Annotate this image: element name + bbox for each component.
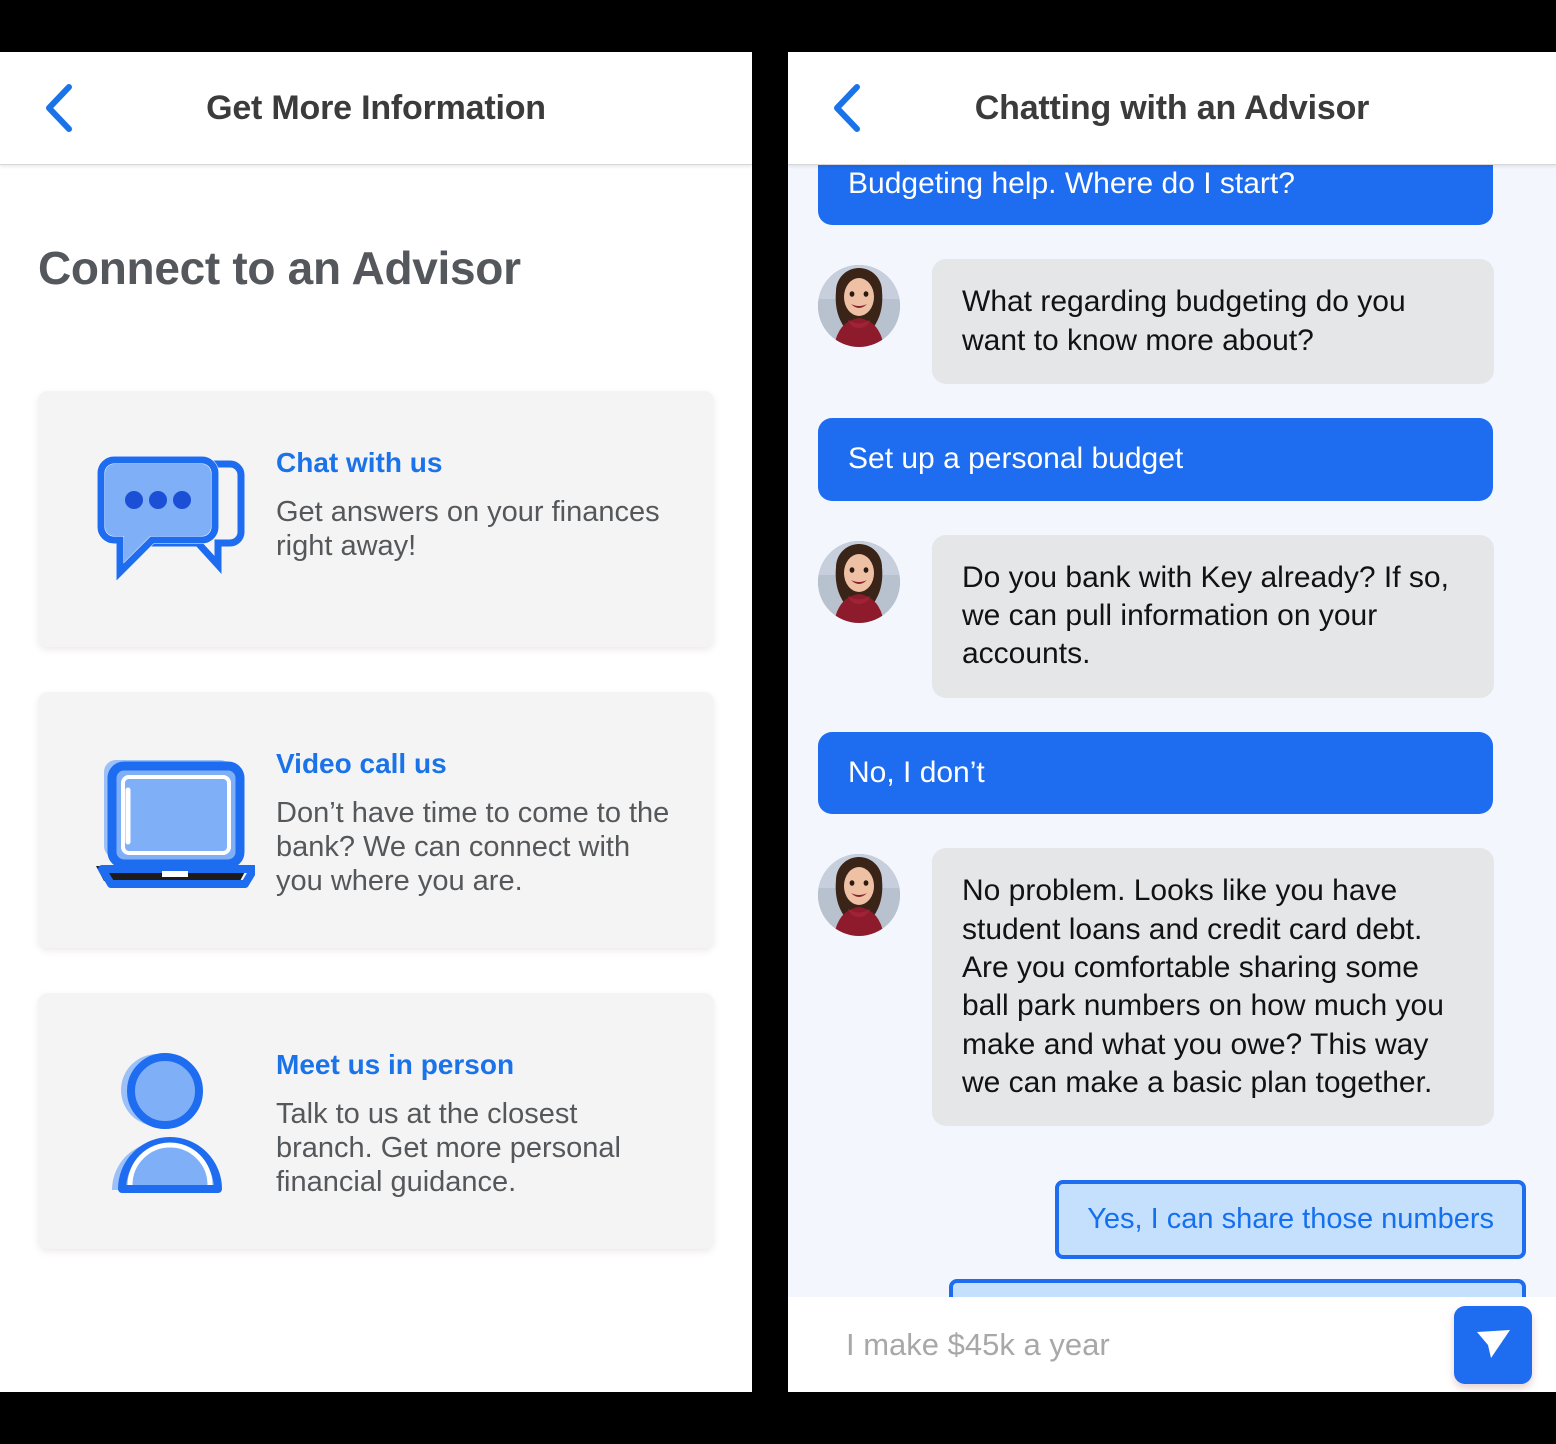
right-navbar: Chatting with an Advisor bbox=[788, 52, 1556, 165]
back-button[interactable] bbox=[36, 83, 80, 133]
message-bubble: No, I don’t bbox=[818, 731, 1493, 815]
advisor-avatar bbox=[818, 265, 900, 348]
chevron-left-icon bbox=[831, 83, 861, 133]
chat-message-advisor: Do you bank with Key already? If so, we … bbox=[818, 534, 1526, 698]
message-bubble: Set up a personal budget bbox=[818, 418, 1493, 501]
card-text-block: Chat with us Get answers on your finance… bbox=[276, 427, 676, 563]
left-content: Connect to an Advisor Chat with us Get a… bbox=[0, 241, 752, 1392]
message-bubble: Do you bank with Key already? If so, we … bbox=[932, 534, 1494, 698]
quick-reply-group: Yes, I can share those numbers I would r… bbox=[818, 1180, 1526, 1297]
phone-screen-get-more-information: Get More Information Connect to an Advis… bbox=[0, 52, 752, 1392]
chat-message-advisor: What regarding budgeting do you want to … bbox=[818, 259, 1526, 385]
section-heading: Connect to an Advisor bbox=[38, 242, 521, 294]
chat-message-user: Budgeting help. Where do I start? bbox=[818, 165, 1526, 226]
advisor-avatar bbox=[818, 540, 900, 623]
message-composer: I make $45k a year bbox=[788, 1297, 1556, 1392]
person-icon bbox=[68, 1047, 276, 1195]
card-title: Chat with us bbox=[276, 447, 443, 478]
card-video-call-us[interactable]: Video call us Don’t have time to come to… bbox=[38, 692, 714, 948]
chat-message-list[interactable]: Budgeting help. Where do I start? What r… bbox=[788, 165, 1556, 1297]
send-button[interactable] bbox=[1454, 1305, 1532, 1384]
quick-reply-rather-not-share[interactable]: I would rather not share that informatio… bbox=[949, 1279, 1526, 1297]
laptop-icon bbox=[68, 750, 276, 890]
page-title: Get More Information bbox=[206, 88, 546, 127]
chat-message-user: No, I don’t bbox=[818, 731, 1526, 815]
message-bubble: No problem. Looks like you have student … bbox=[932, 848, 1494, 1127]
chevron-left-icon bbox=[43, 83, 73, 133]
card-text-block: Meet us in person Talk to us at the clos… bbox=[276, 1029, 676, 1200]
chat-bubbles-icon bbox=[68, 454, 276, 584]
card-chat-with-us[interactable]: Chat with us Get answers on your finance… bbox=[38, 391, 714, 647]
card-text-block: Video call us Don’t have time to come to… bbox=[276, 728, 676, 899]
chat-message-user: Set up a personal budget bbox=[818, 418, 1526, 501]
card-description: Get answers on your finances right away! bbox=[276, 496, 660, 563]
paper-plane-icon bbox=[1470, 1319, 1516, 1370]
phone-screen-chatting-with-advisor: Chatting with an Advisor Budgeting help.… bbox=[788, 52, 1556, 1392]
card-title: Meet us in person bbox=[276, 1049, 515, 1080]
card-description: Talk to us at the closest branch. Get mo… bbox=[276, 1098, 621, 1199]
message-input[interactable]: I make $45k a year bbox=[846, 1327, 1454, 1363]
card-description: Don’t have time to come to the bank? We … bbox=[276, 797, 670, 898]
message-bubble: Budgeting help. Where do I start? bbox=[818, 165, 1493, 226]
page-title: Chatting with an Advisor bbox=[974, 88, 1370, 127]
message-bubble: What regarding budgeting do you want to … bbox=[932, 259, 1494, 385]
advisor-avatar bbox=[818, 854, 900, 937]
quick-reply-yes-share[interactable]: Yes, I can share those numbers bbox=[1055, 1180, 1526, 1260]
screenshot-stage: Get More Information Connect to an Advis… bbox=[0, 0, 1556, 1444]
card-meet-us-in-person[interactable]: Meet us in person Talk to us at the clos… bbox=[38, 993, 714, 1249]
back-button[interactable] bbox=[824, 83, 868, 133]
card-title: Video call us bbox=[276, 748, 447, 779]
chat-message-advisor: No problem. Looks like you have student … bbox=[818, 848, 1526, 1127]
left-navbar: Get More Information bbox=[0, 52, 752, 165]
